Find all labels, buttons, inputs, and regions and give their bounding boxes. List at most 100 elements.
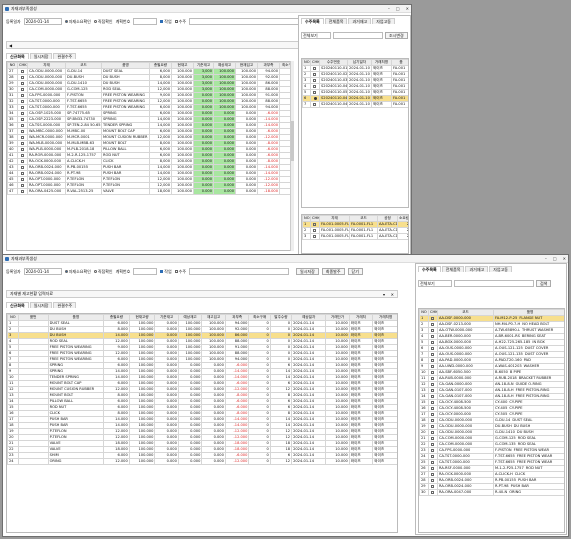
tab-items[interactable]: 전체품목 [441,266,465,272]
radio-icon [64,20,68,23]
item-spec: G-DU-14 [495,418,511,423]
item-name: WASHER [523,364,540,369]
table-cell: CA-ODU-0000-000 [27,74,66,81]
maximize-icon[interactable]: □ [553,256,557,261]
item-name: ORING [509,490,522,495]
table-row[interactable]: 3 FA-001-0005-FL1 FA-0001-FL1 AA-ETA-C1 2 [302,233,408,240]
side-items-grid: NO CHK 코드 품명 1 AA-DSF-0000-000 FA-M12-P-25 FLA… [418,308,565,533]
bottom-section-bar: 자재별 재고현황 입력자료 ▾ ✕ [6,290,398,298]
table-cell: FA-001 [391,101,408,108]
close-icon[interactable]: ✕ [406,6,409,11]
table-row[interactable]: 24 ORING 12.000 100.000 0.000 0.000 0.000 -12.0… [7,458,397,465]
table-cell: 2024-01-10 [347,77,372,84]
table-row[interactable]: 30 RA-ORA-0047-000 R-40-N ORING [419,489,564,496]
item-spec: A-CLICK-H [495,472,513,477]
item-spec: DU-BUSH [495,424,512,429]
row-checkbox[interactable] [428,489,438,496]
table-cell: 10.000 [325,458,350,465]
plan-field[interactable] [133,268,158,275]
tab-stock[interactable]: 과거재고 [465,266,489,272]
dropdown-icon[interactable]: ▾ [383,292,385,297]
checkbox-icon [313,72,316,76]
side-change-button[interactable]: 조시변경 [385,32,408,39]
date-field[interactable]: 2024-01-14 [23,18,62,25]
row-checkbox[interactable] [310,101,320,108]
item-name: NO HEAD BOLT [522,322,550,327]
side-filter-select[interactable]: 전체보기 [418,280,452,287]
tab-work[interactable]: 자업고동 [372,18,395,24]
bottom-window: 자재과부족생성 – □ ✕ 등록일자 2024-01-14 자재소요확인 직접확인 … [2,254,569,537]
row-checkbox[interactable] [17,188,28,195]
radio-all[interactable]: 자재소요확인 [64,269,91,275]
tab-new[interactable]: 신규화목 [6,53,29,59]
side-search-button[interactable]: 검색 [536,280,552,287]
table-cell: S20240110-04 [319,101,348,108]
tab-items[interactable]: 전체품목 [324,18,348,24]
tab-orders[interactable]: 수주목록 [301,18,324,24]
item-spec: CY-400 [495,400,508,405]
checkbox-icon [20,165,24,169]
tab-done[interactable]: 완결수주 [53,53,77,59]
app-icon [5,256,9,261]
table-row[interactable]: 47 RA-ORA-0425-000 R-VAL-2513-25 VALVE 18,00… [7,188,293,195]
check-order[interactable]: 수주 [174,269,186,275]
plan-field[interactable] [133,18,158,25]
row-checkbox[interactable] [310,233,320,240]
close-panel-icon[interactable]: ✕ [391,292,394,297]
item-code: CA-TST-0000-000 [439,454,470,459]
final-order-button[interactable]: 최종발주 [321,268,345,275]
table-cell: WA-MLB-0000-000 [27,140,66,147]
search-field[interactable] [189,268,290,275]
tab-temp[interactable]: 일시저장 [29,53,53,59]
table-cell: CA-COM-0000-000 [27,86,66,93]
radio-direct[interactable]: 직접확인 [93,269,113,275]
table-cell: CA-OSP-2223-000 [27,116,66,123]
radio-all[interactable]: 자재소요확인 [64,19,91,25]
temp-save-button[interactable]: 일시저장 [296,268,319,275]
search-field[interactable] [189,18,300,25]
tab-stock[interactable]: 과거재고 [348,18,372,24]
table-cell: 24 [7,458,19,465]
table-cell: 12 [269,458,293,465]
item-code: AA-OUS-0000-000 [439,346,472,351]
item-name: ROD SEAL [517,442,536,447]
table-cell: RA-OPT-0000-000 [27,176,66,183]
close-icon[interactable]: ✕ [563,256,566,261]
table-cell: 0.000 [154,458,179,465]
checkbox-icon [20,105,24,109]
close-button[interactable]: 닫기 [347,268,363,275]
check-job[interactable]: 작업 [160,19,172,25]
table-cell: 30 [419,489,429,496]
side-filter-select[interactable]: 전체보기 [301,32,331,39]
table-row[interactable]: 7 S20240110-04 2024-01-10 와이즈 FA-001 [302,101,408,108]
item-name: DUST SEAL [512,418,533,423]
side-search-field[interactable] [333,32,383,39]
table-cell: FREE PISTON WEARING [101,104,150,111]
checkbox-icon [20,81,24,85]
column-header: CHK [428,309,438,316]
item-spec: G-COM-125 [495,436,516,441]
tab-orders[interactable]: 수주목록 [418,266,441,272]
minimize-icon[interactable]: – [545,256,547,261]
checkbox-icon [20,93,24,97]
table-cell: 와이즈 [371,101,392,108]
tab-temp[interactable]: 일시저장 [29,302,53,308]
side-search-field[interactable] [454,280,534,287]
table-cell: 7 [302,101,311,108]
table-cell: FA-001-0005-FL1 [319,221,350,228]
tab-done[interactable]: 완결수주 [53,302,77,308]
item-name: FREE PISTON WEAR [516,460,553,465]
minimize-icon[interactable]: – [388,6,390,11]
item-spec: F-TST-6655 [495,454,515,459]
radio-direct[interactable]: 직접확인 [93,19,113,25]
date-field[interactable]: 2024-01-14 [23,268,62,275]
table-cell: 0 [248,458,271,465]
check-order[interactable]: 수주 [174,19,186,25]
checkbox-icon [20,75,24,79]
tab-work[interactable]: 자업고동 [489,266,512,272]
maximize-icon[interactable]: □ [396,6,400,11]
check-job[interactable]: 작업 [160,269,172,275]
tab-new[interactable]: 신규화목 [6,302,29,308]
top-grid-scrollbar[interactable] [290,61,294,251]
expand-icon[interactable]: ◀ [9,43,12,48]
